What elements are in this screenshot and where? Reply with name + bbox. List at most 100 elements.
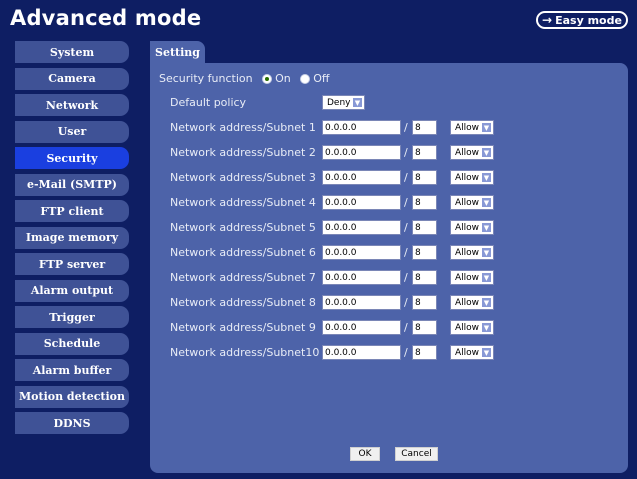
- sidebar-item-camera[interactable]: Camera: [15, 67, 129, 90]
- subnet-action-value: Allow: [455, 147, 480, 158]
- security-off-label: Off: [313, 72, 330, 85]
- subnet-action-select[interactable]: Allow ▼: [450, 295, 494, 310]
- subnet-action-value: Allow: [455, 247, 480, 258]
- subnet-separator: /: [404, 296, 408, 309]
- sidebar-item-trigger[interactable]: Trigger: [15, 306, 129, 328]
- chevron-down-icon: ▼: [481, 122, 492, 133]
- subnet-separator: /: [404, 246, 408, 259]
- subnet-prefix-input[interactable]: 8: [412, 270, 437, 285]
- security-off-radio[interactable]: [300, 74, 311, 84]
- sidebar-item-system[interactable]: System: [15, 41, 129, 63]
- security-function-label: Security function: [159, 72, 253, 85]
- subnet-action-select[interactable]: Allow ▼: [450, 170, 494, 185]
- chevron-down-icon: ▼: [481, 222, 492, 233]
- subnet-prefix-input[interactable]: 8: [412, 295, 437, 310]
- subnet-label: Network address/Subnet 6: [170, 246, 316, 259]
- subnet-prefix-input[interactable]: 8: [412, 320, 437, 335]
- subnet-action-select[interactable]: Allow ▼: [450, 220, 494, 235]
- default-policy-label: Default policy: [170, 96, 247, 109]
- subnet-action-select[interactable]: Allow ▼: [450, 120, 494, 135]
- chevron-down-icon: ▼: [481, 347, 492, 358]
- subnet-action-value: Allow: [455, 347, 480, 358]
- subnet-action-select[interactable]: Allow ▼: [450, 345, 494, 360]
- chevron-down-icon: ▼: [481, 272, 492, 283]
- network-address-input[interactable]: 0.0.0.0: [322, 195, 401, 210]
- tab-setting[interactable]: Setting: [150, 41, 205, 63]
- chevron-down-icon: ▼: [481, 147, 492, 158]
- chevron-down-icon: ▼: [481, 247, 492, 258]
- subnet-separator: /: [404, 146, 408, 159]
- subnet-action-select[interactable]: Allow ▼: [450, 320, 494, 335]
- sidebar-item-alarm-buffer[interactable]: Alarm buffer: [15, 359, 129, 381]
- chevron-down-icon: ▼: [481, 297, 492, 308]
- sidebar-item-alarm-output[interactable]: Alarm output: [15, 279, 129, 302]
- security-function-row: Security function On Off: [159, 72, 330, 85]
- sidebar-nav: System Camera Network User Security e-Mail (S…: [15, 41, 129, 439]
- subnet-prefix-input[interactable]: 8: [412, 145, 437, 160]
- subnet-action-value: Allow: [455, 197, 480, 208]
- sidebar-item-ftp-server[interactable]: FTP server: [15, 253, 129, 275]
- subnet-prefix-input[interactable]: 8: [412, 120, 437, 135]
- arrow-right-icon: →: [542, 13, 553, 27]
- subnet-separator: /: [404, 196, 408, 209]
- subnet-action-value: Allow: [455, 297, 480, 308]
- subnet-prefix-input[interactable]: 8: [412, 245, 437, 260]
- subnet-prefix-input[interactable]: 8: [412, 195, 437, 210]
- subnet-prefix-input[interactable]: 8: [412, 220, 437, 235]
- subnet-action-select[interactable]: Allow ▼: [450, 270, 494, 285]
- default-policy-select[interactable]: Deny ▼: [322, 95, 365, 110]
- sidebar-item-e-mail-smtp[interactable]: e-Mail (SMTP): [15, 173, 129, 196]
- subnet-separator: /: [404, 271, 408, 284]
- sidebar-item-schedule[interactable]: Schedule: [15, 332, 129, 355]
- sidebar-item-ftp-client[interactable]: FTP client: [15, 200, 129, 222]
- subnet-label: Network address/Subnet 4: [170, 196, 316, 209]
- network-address-input[interactable]: 0.0.0.0: [322, 320, 401, 335]
- security-on-label: On: [275, 72, 291, 85]
- subnet-prefix-input[interactable]: 8: [412, 170, 437, 185]
- subnet-label: Network address/Subnet10: [170, 346, 320, 359]
- subnet-action-value: Allow: [455, 172, 480, 183]
- easy-mode-button[interactable]: → Easy mode: [536, 11, 628, 29]
- page-title: Advanced mode: [10, 6, 202, 30]
- subnet-label: Network address/Subnet 3: [170, 171, 316, 184]
- sidebar-item-user[interactable]: User: [15, 120, 129, 143]
- network-address-input[interactable]: 0.0.0.0: [322, 170, 401, 185]
- sidebar-item-security[interactable]: Security: [15, 147, 129, 169]
- chevron-down-icon: ▼: [481, 197, 492, 208]
- subnet-label: Network address/Subnet 1: [170, 121, 316, 134]
- cancel-button[interactable]: Cancel: [395, 447, 438, 461]
- subnet-action-value: Allow: [455, 122, 480, 133]
- easy-mode-label: Easy mode: [555, 13, 622, 27]
- subnet-action-value: Allow: [455, 222, 480, 233]
- network-address-input[interactable]: 0.0.0.0: [322, 270, 401, 285]
- subnet-action-select[interactable]: Allow ▼: [450, 195, 494, 210]
- sidebar-item-network[interactable]: Network: [15, 94, 129, 116]
- subnet-separator: /: [404, 221, 408, 234]
- chevron-down-icon: ▼: [481, 172, 492, 183]
- subnet-label: Network address/Subnet 8: [170, 296, 316, 309]
- network-address-input[interactable]: 0.0.0.0: [322, 220, 401, 235]
- network-address-input[interactable]: 0.0.0.0: [322, 145, 401, 160]
- sidebar-item-image-memory[interactable]: Image memory: [15, 226, 129, 249]
- subnet-label: Network address/Subnet 9: [170, 321, 316, 334]
- sidebar-item-ddns[interactable]: DDNS: [15, 412, 129, 434]
- subnet-separator: /: [404, 321, 408, 334]
- subnet-action-value: Allow: [455, 322, 480, 333]
- subnet-action-select[interactable]: Allow ▼: [450, 145, 494, 160]
- security-on-radio[interactable]: [262, 74, 273, 84]
- sidebar-item-motion-detection[interactable]: Motion detection: [15, 385, 129, 408]
- network-address-input[interactable]: 0.0.0.0: [322, 245, 401, 260]
- ok-button[interactable]: OK: [350, 447, 380, 461]
- default-policy-value: Deny: [327, 97, 351, 108]
- chevron-down-icon: ▼: [352, 97, 363, 108]
- subnet-label: Network address/Subnet 5: [170, 221, 316, 234]
- network-address-input[interactable]: 0.0.0.0: [322, 345, 401, 360]
- subnet-prefix-input[interactable]: 8: [412, 345, 437, 360]
- network-address-input[interactable]: 0.0.0.0: [322, 120, 401, 135]
- subnet-label: Network address/Subnet 7: [170, 271, 316, 284]
- subnet-label: Network address/Subnet 2: [170, 146, 316, 159]
- network-address-input[interactable]: 0.0.0.0: [322, 295, 401, 310]
- subnet-action-select[interactable]: Allow ▼: [450, 245, 494, 260]
- subnet-separator: /: [404, 171, 408, 184]
- subnet-separator: /: [404, 121, 408, 134]
